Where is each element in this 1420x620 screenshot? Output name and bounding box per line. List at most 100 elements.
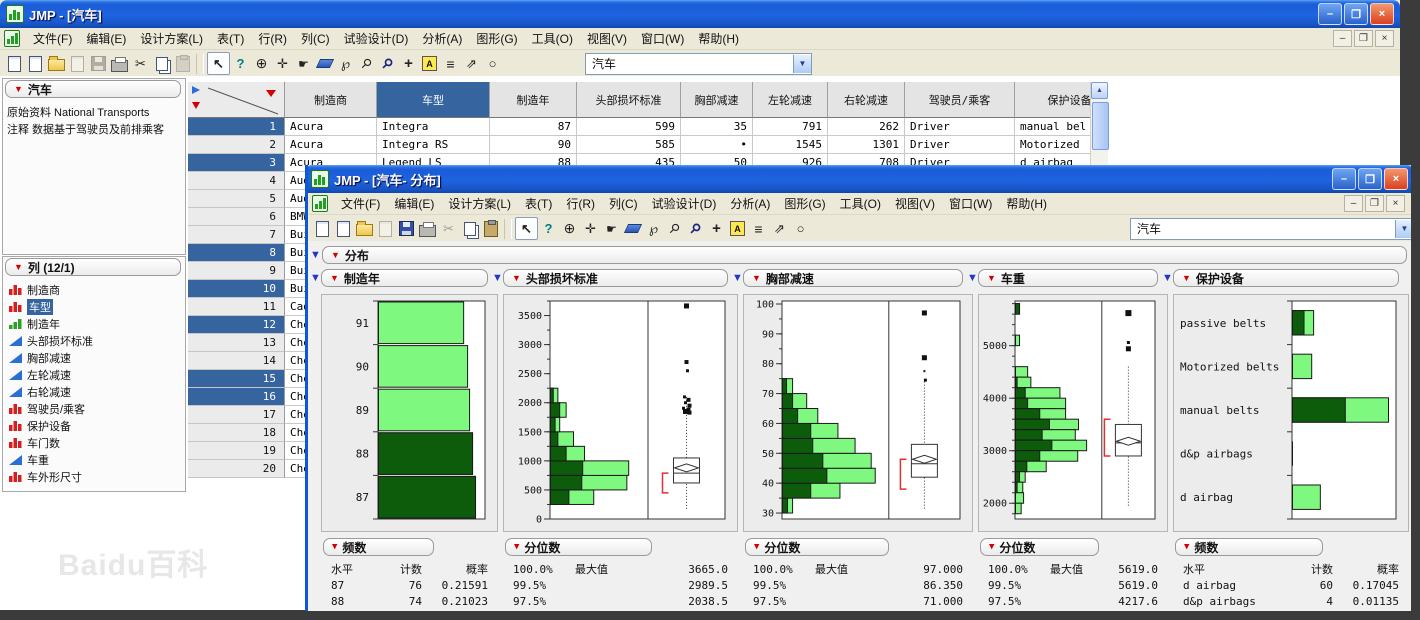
minimize-button[interactable]: –: [1332, 168, 1356, 190]
menu-item-7[interactable]: 分析(A): [415, 29, 469, 48]
column-list-item[interactable]: 制造年: [9, 316, 60, 332]
row-number[interactable]: 4: [188, 172, 285, 190]
row-number[interactable]: 11: [188, 298, 285, 316]
column-list-item[interactable]: 头部损坏标准: [9, 333, 93, 349]
table-cell[interactable]: 87: [490, 118, 577, 136]
table-cell[interactable]: 35: [681, 118, 753, 136]
column-header-0[interactable]: 制造商: [285, 82, 377, 118]
red-triangle-menu-icon[interactable]: ▼: [754, 543, 759, 552]
row-number[interactable]: 16: [188, 388, 285, 406]
menu-item-10[interactable]: 视图(V): [580, 29, 634, 48]
column-list-item[interactable]: 左轮减速: [9, 367, 71, 383]
open-icon[interactable]: [354, 218, 375, 239]
brush-tool-icon[interactable]: [622, 218, 643, 239]
outlier-point[interactable]: [683, 395, 686, 398]
menu-item-3[interactable]: 表(T): [518, 194, 559, 213]
distribution-report-header[interactable]: ▼分布: [322, 246, 1407, 264]
menu-item-3[interactable]: 表(T): [210, 29, 251, 48]
print-icon[interactable]: [109, 53, 130, 74]
stats-header[interactable]: ▼分位数: [745, 538, 889, 556]
close-button[interactable]: ×: [1370, 3, 1394, 25]
mdi-close-button[interactable]: ×: [1386, 195, 1405, 212]
red-triangle-menu-icon[interactable]: ▼: [1182, 274, 1191, 283]
new-table-icon[interactable]: [333, 218, 354, 239]
column-header-6[interactable]: 右轮减速: [828, 82, 905, 118]
move-tool-icon[interactable]: ✛: [580, 218, 601, 239]
histogram-bar[interactable]: [379, 302, 464, 344]
table-cell[interactable]: 90: [490, 136, 577, 154]
red-triangle-menu-icon[interactable]: ▼: [14, 263, 23, 272]
outlier-point[interactable]: [685, 360, 689, 364]
row-number[interactable]: 15: [188, 370, 285, 388]
rows-menu-icon[interactable]: [192, 102, 200, 109]
table-selector-combobox[interactable]: 汽车▼: [1130, 218, 1414, 240]
table-cell[interactable]: Driver: [905, 118, 1015, 136]
outlier-point[interactable]: [922, 310, 927, 315]
column-list-item[interactable]: 胸部减速: [9, 350, 71, 366]
menu-item-4[interactable]: 行(R): [559, 194, 602, 213]
arrow-tool-icon[interactable]: ↖: [515, 217, 538, 240]
stats-header[interactable]: ▼频数: [1175, 538, 1323, 556]
table-cell[interactable]: Driver: [905, 136, 1015, 154]
scroll-up-button[interactable]: ▲: [1091, 82, 1108, 99]
outlier-point[interactable]: [688, 411, 692, 415]
red-triangle-menu-icon[interactable]: ▼: [330, 274, 339, 283]
table-row[interactable]: 1AcuraIntegra8759935791262Drivermanual b…: [188, 118, 1090, 136]
table-cell[interactable]: Integra RS: [377, 136, 490, 154]
combobox-dropdown-icon[interactable]: ▼: [793, 55, 811, 73]
menu-item-11[interactable]: 窗口(W): [634, 29, 691, 48]
outlier-point[interactable]: [687, 398, 691, 402]
table-cell[interactable]: 585: [577, 136, 681, 154]
panel-header-1[interactable]: ▼头部损坏标准: [503, 269, 728, 287]
menu-item-10[interactable]: 视图(V): [888, 194, 942, 213]
red-triangle-menu-icon[interactable]: ▼: [987, 274, 996, 283]
scroller-tool-icon[interactable]: ≡: [748, 218, 769, 239]
new-table-icon[interactable]: [25, 53, 46, 74]
menu-item-12[interactable]: 帮助(H): [999, 194, 1054, 213]
panel-disclosure-icon[interactable]: ▼: [310, 273, 321, 284]
menu-item-1[interactable]: 编辑(E): [79, 29, 133, 48]
save-icon[interactable]: [88, 53, 109, 74]
red-triangle-menu-icon[interactable]: ▼: [1184, 543, 1189, 552]
outlier-point[interactable]: [683, 409, 688, 414]
table-cell[interactable]: 599: [577, 118, 681, 136]
outlier-point[interactable]: [688, 404, 692, 408]
column-list-item[interactable]: 右轮减速: [9, 384, 71, 400]
report-disclosure-icon[interactable]: ▼: [310, 250, 321, 261]
panel-disclosure-icon[interactable]: ▼: [967, 273, 978, 284]
column-header-5[interactable]: 左轮减速: [753, 82, 828, 118]
menu-item-2[interactable]: 设计方案(L): [133, 29, 210, 48]
new-script-icon[interactable]: [312, 218, 333, 239]
circle-tool-icon[interactable]: ○: [482, 53, 503, 74]
red-triangle-menu-icon[interactable]: ▼: [514, 543, 519, 552]
row-number[interactable]: 2: [188, 136, 285, 154]
mdi-close-button[interactable]: ×: [1375, 30, 1394, 47]
new-script-icon[interactable]: [4, 53, 25, 74]
copy-icon[interactable]: [459, 218, 480, 239]
stats-header[interactable]: ▼频数: [323, 538, 434, 556]
row-number[interactable]: 20: [188, 460, 285, 478]
journal-icon[interactable]: [67, 53, 88, 74]
arrow-tool-icon[interactable]: ↖: [207, 52, 230, 75]
histogram-bar[interactable]: [1016, 377, 1031, 388]
scroller-tool-icon[interactable]: ≡: [440, 53, 461, 74]
annotate-tool-icon[interactable]: A: [419, 53, 440, 74]
restore-button[interactable]: ❐: [1358, 168, 1382, 190]
table-cell[interactable]: Acura: [285, 136, 377, 154]
histogram-bar[interactable]: [1016, 503, 1022, 514]
row-number[interactable]: 9: [188, 262, 285, 280]
column-header-7[interactable]: 驾驶员/乘客: [905, 82, 1015, 118]
column-list-item[interactable]: 车重: [9, 452, 49, 468]
row-number[interactable]: 14: [188, 352, 285, 370]
red-triangle-menu-icon[interactable]: ▼: [512, 274, 521, 283]
column-list-item[interactable]: 驾驶员/乘客: [9, 401, 85, 417]
table-cell[interactable]: Motorized: [1015, 136, 1090, 154]
column-list-item[interactable]: 车门数: [9, 435, 60, 451]
column-header-3[interactable]: 头部损坏标准: [577, 82, 681, 118]
menu-item-9[interactable]: 工具(O): [833, 194, 888, 213]
crosshair-tool-icon[interactable]: ⊕: [559, 218, 580, 239]
menu-item-9[interactable]: 工具(O): [525, 29, 580, 48]
red-triangle-menu-icon[interactable]: ▼: [989, 543, 994, 552]
table-cell[interactable]: Acura: [285, 118, 377, 136]
outlier-point[interactable]: [922, 355, 927, 360]
